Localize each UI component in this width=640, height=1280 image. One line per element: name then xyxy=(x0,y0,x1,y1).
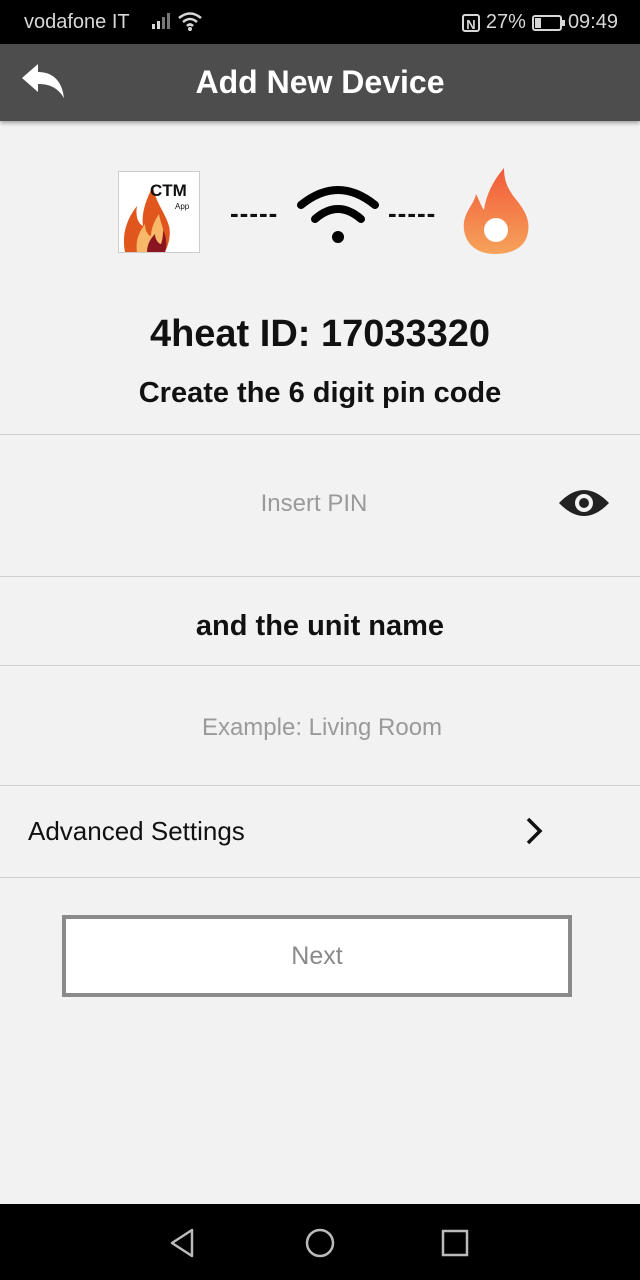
pin-input[interactable] xyxy=(100,470,528,538)
eye-icon[interactable] xyxy=(556,485,612,521)
divider xyxy=(0,434,640,435)
wifi-status-icon xyxy=(178,12,202,31)
navigation-bar xyxy=(0,1204,640,1280)
app-logo-text: CTM xyxy=(150,181,187,200)
app-logo-subtext: App xyxy=(175,202,190,211)
battery-icon xyxy=(531,14,565,31)
app-bar: Add New Device xyxy=(0,44,640,121)
chevron-right-icon xyxy=(526,817,543,845)
advanced-settings-label: Advanced Settings xyxy=(28,816,245,846)
ctm-app-logo: CTM App xyxy=(118,171,200,253)
status-right: N 27% 09:49 xyxy=(461,11,618,34)
status-bar: vodafone IT N 27% 09:49 xyxy=(0,0,640,44)
connection-dashes-left: ----- xyxy=(230,198,279,228)
page-title: Add New Device xyxy=(195,64,445,100)
device-id: 4heat ID: 17033320 xyxy=(149,313,491,355)
divider xyxy=(0,576,640,577)
battery-fill xyxy=(534,17,541,28)
nav-recents-icon[interactable] xyxy=(438,1226,472,1260)
advanced-settings-row[interactable]: Advanced Settings xyxy=(0,786,640,877)
nfc-icon: N xyxy=(461,13,480,32)
carrier-label: vodafone IT xyxy=(24,11,130,33)
divider xyxy=(0,877,640,878)
clock: 09:49 xyxy=(567,11,618,33)
pin-prompt: Create the 6 digit pin code xyxy=(138,377,502,409)
nav-home-icon[interactable] xyxy=(303,1226,337,1260)
wifi-icon xyxy=(297,186,379,243)
nav-back-icon[interactable] xyxy=(166,1226,200,1260)
connection-dashes-right: ----- xyxy=(388,198,437,228)
unit-name-prompt: and the unit name xyxy=(195,610,445,642)
divider xyxy=(0,665,640,666)
unit-name-input[interactable] xyxy=(60,694,584,762)
flame-icon xyxy=(463,168,529,254)
next-button[interactable]: Next xyxy=(62,915,572,997)
signal-icon xyxy=(152,13,170,29)
battery-percent: 27% xyxy=(485,11,526,33)
